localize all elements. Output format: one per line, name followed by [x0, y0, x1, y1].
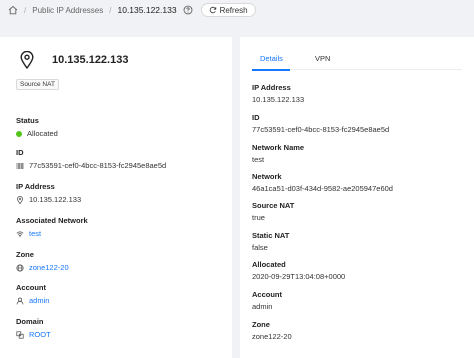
details-card: Details VPN IP Address 10.135.122.133 ID… [240, 37, 474, 358]
refresh-label: Refresh [219, 5, 248, 15]
question-circle-icon[interactable] [183, 5, 193, 15]
barcode-icon [16, 162, 24, 170]
account-field: Account admin [16, 283, 49, 305]
user-icon [16, 297, 24, 305]
wifi-icon [16, 230, 24, 238]
detail-allocated: Allocated 2020-09-29T13:04:08+0000 [252, 260, 345, 281]
detail-static-nat: Static NAT false [252, 231, 289, 252]
environment-icon [16, 195, 24, 204]
detail-value: admin [252, 302, 273, 311]
detail-value: 2020-09-29T13:04:08+0000 [252, 272, 346, 281]
page-title: 10.135.122.133 [52, 54, 129, 66]
detail-value: false [252, 243, 268, 252]
detail-label: ID [252, 113, 260, 122]
id-field: ID 77c53591-cef0-4bcc-8153-fc2945e8ae5d [16, 148, 166, 170]
domain-label: Domain [16, 317, 44, 326]
zone-link[interactable]: zone122-20 [29, 263, 69, 272]
zone-label: Zone [16, 250, 34, 259]
detail-value: 77c53591-cef0-4bcc-8153-fc2945e8ae5d [252, 125, 390, 134]
refresh-button[interactable]: Refresh [200, 3, 256, 17]
domain-link[interactable]: ROOT [29, 330, 51, 339]
source-nat-tag: Source NAT [16, 79, 59, 90]
home-icon[interactable] [8, 5, 18, 15]
detail-value: 46a1ca51-d03f-434d-9582-ae205947e60d [252, 184, 393, 193]
detail-ip-address: IP Address 10.135.122.133 [252, 83, 304, 104]
breadcrumb-separator: / [24, 5, 27, 15]
status-label: Status [16, 116, 39, 125]
network-link[interactable]: test [29, 229, 41, 238]
id-label: ID [16, 148, 24, 157]
zone-field: Zone zone122-20 [16, 250, 69, 272]
block-icon [16, 330, 24, 339]
detail-label: Account [252, 290, 282, 299]
tab-details[interactable]: Details [260, 54, 283, 63]
detail-label: Network [252, 172, 282, 181]
detail-label: Allocated [252, 260, 286, 269]
id-value: 77c53591-cef0-4bcc-8153-fc2945e8ae5d [29, 161, 167, 170]
breadcrumb: / Public IP Addresses / 10.135.122.133 R… [0, 0, 474, 20]
detail-label: IP Address [252, 83, 291, 92]
ip-address-value: 10.135.122.133 [29, 195, 82, 204]
tab-vpn[interactable]: VPN [315, 54, 330, 63]
domain-field: Domain ROOT [16, 317, 51, 339]
status-dot-icon [16, 130, 22, 137]
detail-zone: Zone zone122-20 [252, 320, 292, 341]
detail-label: Zone [252, 320, 270, 329]
detail-value: 10.135.122.133 [252, 95, 305, 104]
summary-card: 10.135.122.133 Source NAT Status Allocat… [0, 37, 232, 358]
detail-source-nat: Source NAT true [252, 201, 294, 222]
breadcrumb-current: 10.135.122.133 [117, 5, 177, 15]
account-label: Account [16, 283, 46, 292]
detail-network: Network 46a1ca51-d03f-434d-9582-ae205947… [252, 172, 393, 193]
sync-icon [209, 6, 217, 14]
detail-id: ID 77c53591-cef0-4bcc-8153-fc2945e8ae5d [252, 113, 389, 134]
ip-address-field: IP Address 10.135.122.133 [16, 182, 81, 204]
detail-network-name: Network Name test [252, 143, 304, 164]
detail-value: true [252, 213, 265, 222]
network-field: Associated Network test [16, 216, 88, 238]
breadcrumb-public-ip-addresses[interactable]: Public IP Addresses [32, 6, 103, 15]
detail-value: zone122-20 [252, 332, 292, 341]
tab-bar: Details VPN [252, 50, 462, 70]
environment-icon [20, 50, 34, 70]
detail-value: test [252, 155, 265, 164]
detail-label: Source NAT [252, 201, 295, 210]
detail-label: Network Name [252, 143, 305, 152]
status-field: Status Allocated [16, 116, 58, 138]
global-icon [16, 263, 24, 272]
network-label: Associated Network [16, 216, 88, 225]
detail-account: Account admin [252, 290, 282, 311]
active-tab-indicator [252, 69, 290, 71]
account-link[interactable]: admin [29, 296, 49, 305]
status-value: Allocated [27, 129, 58, 138]
detail-label: Static NAT [252, 231, 290, 240]
breadcrumb-separator: / [109, 5, 112, 15]
ip-address-label: IP Address [16, 182, 55, 191]
